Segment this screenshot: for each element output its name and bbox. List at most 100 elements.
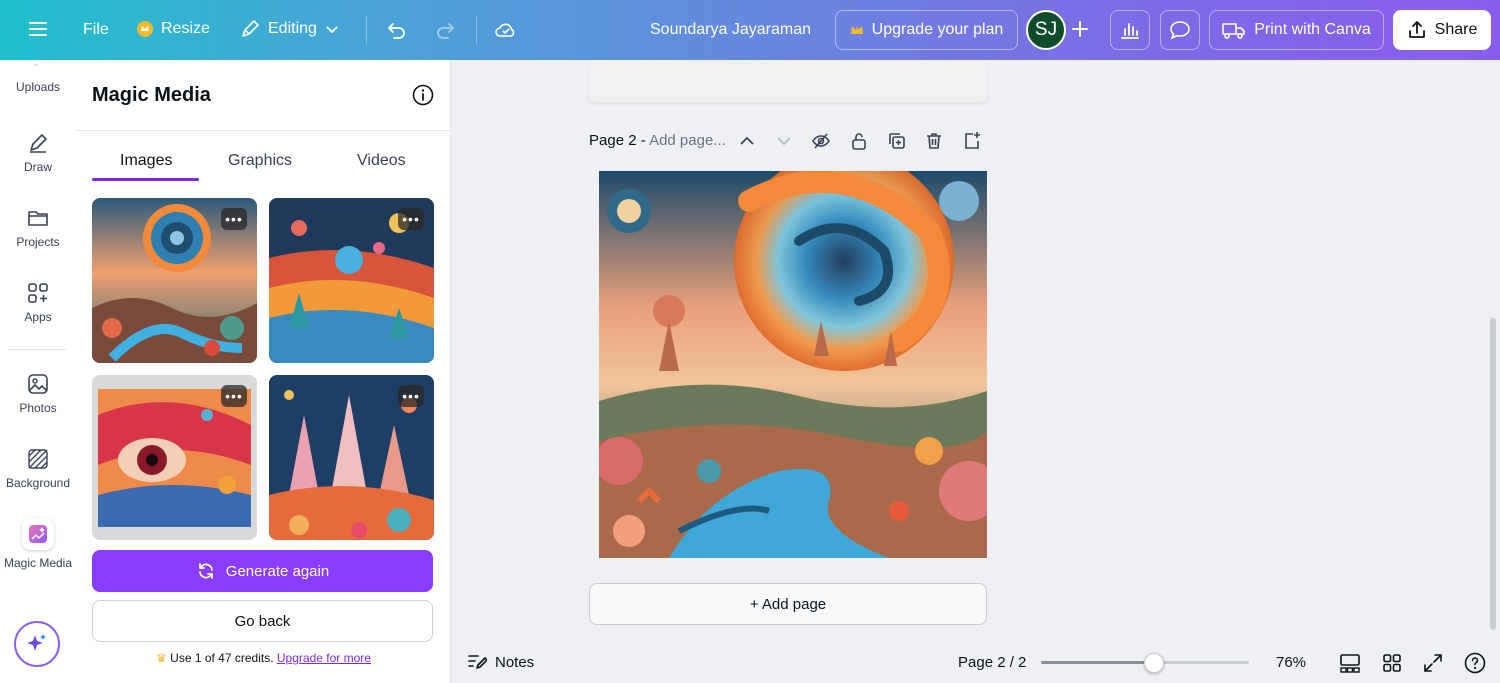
info-icon[interactable] (412, 84, 434, 106)
apps-icon (28, 283, 48, 303)
chevron-up-icon[interactable] (737, 131, 757, 151)
rail-divider (8, 349, 66, 350)
generate-again-button[interactable]: Generate again (92, 550, 433, 592)
upgrade-label: Upgrade your plan (871, 21, 1004, 38)
rail-item-apps[interactable]: Apps (0, 282, 76, 324)
back-label: Go back (234, 612, 291, 630)
main-menu-button[interactable] (28, 19, 48, 39)
add-page-icon[interactable] (962, 131, 982, 151)
canvas-scrollbar[interactable] (1490, 318, 1496, 630)
file-menu-button[interactable]: File (83, 21, 109, 39)
sparkle-icon (27, 634, 46, 651)
design-title[interactable]: Soundarya Jayaraman (650, 21, 811, 39)
tab-graphics[interactable]: Graphics (228, 152, 292, 170)
generated-image-3[interactable]: ••• (92, 375, 257, 540)
rail-item-magic-media[interactable]: Magic Media (0, 518, 76, 570)
rail-item-background[interactable]: Background (0, 448, 76, 490)
toolbar-divider (476, 16, 477, 44)
pencil-icon (242, 20, 259, 37)
editing-label: Editing (268, 20, 317, 37)
add-page-button[interactable]: + Add page (589, 583, 987, 625)
fullscreen-icon[interactable] (1422, 652, 1444, 674)
zoom-slider-handle[interactable] (1144, 653, 1164, 673)
zoom-level[interactable]: 76% (1276, 654, 1306, 671)
background-icon (28, 449, 48, 469)
resize-button[interactable]: Resize (137, 20, 210, 38)
crown-icon (850, 25, 863, 34)
insights-button[interactable] (1110, 10, 1150, 50)
grid-view-icon[interactable] (1381, 652, 1403, 674)
chevron-down-icon[interactable] (774, 131, 794, 151)
avatar-initials: SJ (1034, 19, 1058, 40)
undo-button[interactable] (386, 19, 408, 41)
tab-videos[interactable]: Videos (357, 152, 406, 170)
user-name: Soundarya Jayaraman (650, 21, 811, 38)
editing-mode-dropdown[interactable]: Editing (240, 19, 339, 39)
side-rail: Uploads Draw Projects Apps Photos Backgr… (0, 60, 76, 683)
resize-label: Resize (161, 20, 210, 37)
truck-icon (1222, 23, 1246, 39)
rail-item-draw[interactable]: Draw (0, 132, 76, 174)
bar-chart-icon (1121, 23, 1139, 39)
generated-image-2[interactable]: ••• (269, 198, 434, 363)
undo-icon (387, 23, 405, 39)
more-options-button[interactable]: ••• (221, 208, 247, 230)
page-header: Page 2 - Add page... (589, 132, 726, 149)
lock-icon[interactable] (849, 131, 869, 151)
panel-title: Magic Media (92, 84, 211, 106)
rail-label: Background (5, 476, 71, 490)
credits-note: ♛ Use 1 of 47 credits. Upgrade for more (76, 651, 451, 665)
refresh-icon (198, 563, 213, 579)
generated-image-1[interactable]: ••• (92, 198, 257, 363)
more-options-button[interactable]: ••• (398, 208, 424, 230)
magic-media-panel: Magic Media Images Graphics Videos ••• •… (76, 60, 451, 683)
tab-images[interactable]: Images (120, 152, 172, 170)
zoom-slider[interactable] (1041, 653, 1249, 673)
comment-icon (1170, 21, 1190, 40)
crown-icon (137, 21, 153, 37)
more-options-button[interactable]: ••• (221, 385, 247, 407)
toolbar-divider (366, 16, 367, 44)
go-back-button[interactable]: Go back (92, 600, 433, 642)
generate-label: Generate again (225, 562, 330, 580)
rail-label: Magic Media (3, 556, 73, 570)
rail-item-photos[interactable]: Photos (0, 373, 76, 415)
share-label: Share (1434, 21, 1478, 38)
crown-icon: ♛ (156, 651, 167, 665)
rail-label: Uploads (15, 80, 61, 94)
help-icon[interactable] (1464, 652, 1486, 674)
duplicate-page-icon[interactable] (887, 131, 907, 151)
rail-item-projects[interactable]: Projects (0, 207, 76, 249)
top-toolbar: File Resize Editing Soundarya Jayaraman … (0, 0, 1500, 60)
page-title-input[interactable]: Add page... (649, 132, 726, 149)
more-options-button[interactable]: ••• (398, 385, 424, 407)
trash-icon[interactable] (924, 131, 944, 151)
upload-icon (33, 62, 39, 66)
redo-icon (437, 23, 455, 39)
comments-button[interactable] (1160, 10, 1200, 50)
page-view-icon[interactable] (1339, 652, 1361, 674)
magic-assistant-button[interactable] (14, 621, 60, 667)
page-count[interactable]: Page 2 / 2 (958, 654, 1026, 671)
file-label: File (83, 21, 109, 38)
redo-button[interactable] (434, 19, 456, 41)
rail-label: Draw (23, 160, 52, 174)
chevron-down-icon (326, 26, 338, 34)
share-button[interactable]: Share (1393, 10, 1491, 50)
notes-label: Notes (495, 653, 535, 671)
rail-label: Projects (16, 235, 60, 249)
rail-item-uploads[interactable]: Uploads (0, 62, 76, 94)
previous-page-preview[interactable] (589, 60, 987, 102)
hide-page-icon[interactable] (811, 131, 831, 151)
generated-image-4[interactable]: ••• (269, 375, 434, 540)
design-artboard[interactable] (599, 171, 987, 558)
hamburger-icon (29, 22, 47, 36)
avatar[interactable]: SJ (1026, 10, 1066, 50)
upgrade-plan-button[interactable]: Upgrade your plan (835, 10, 1018, 50)
print-with-canva-button[interactable]: Print with Canva (1209, 10, 1384, 50)
save-status-button[interactable] (494, 19, 518, 41)
panel-divider (76, 130, 451, 131)
upgrade-link[interactable]: Upgrade for more (277, 651, 371, 665)
add-collaborator-button[interactable] (1070, 19, 1090, 39)
notes-button[interactable]: Notes (467, 653, 534, 671)
